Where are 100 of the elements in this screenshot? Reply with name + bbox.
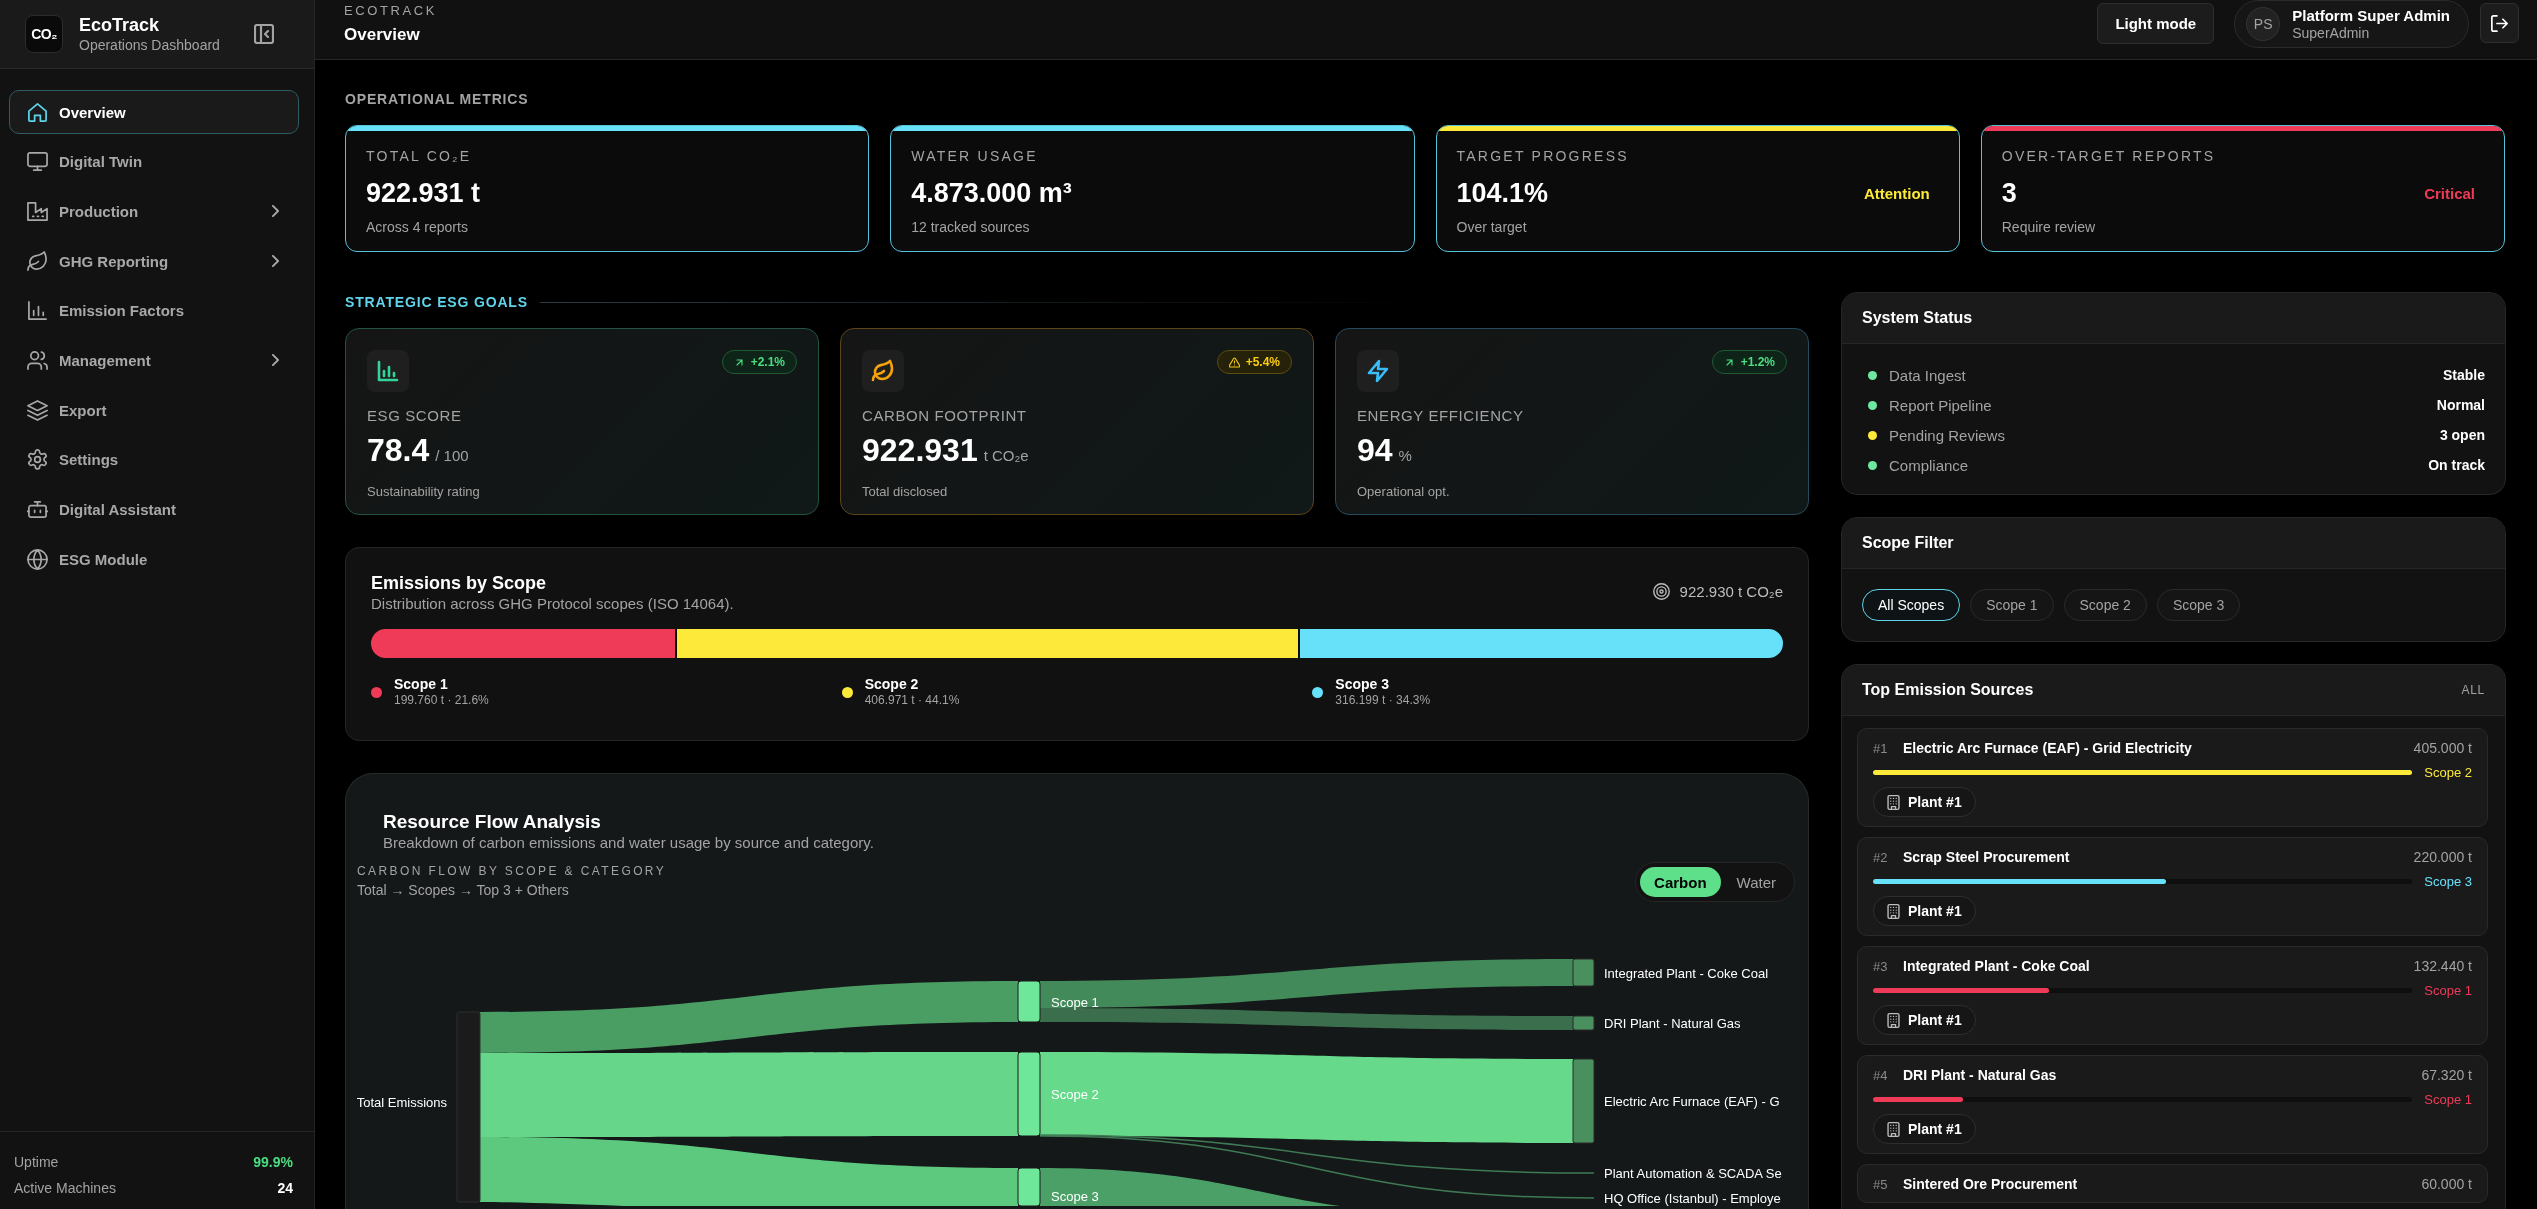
building-icon (1887, 903, 1900, 919)
nav-item[interactable]: Settings (9, 437, 299, 482)
bar-chart-icon (367, 350, 409, 392)
total-emissions: 922.930 t CO₂e (1679, 583, 1783, 600)
robot-icon (27, 499, 48, 520)
building-icon (1887, 1012, 1900, 1028)
source-card[interactable]: #4 DRI Plant - Natural Gas 67.320 t Scope 1 Plant #1 (1857, 1055, 2488, 1154)
rank-label: #3 (1873, 958, 1889, 974)
monitor-icon (27, 151, 48, 173)
nav-item[interactable]: GHG Reporting (9, 239, 299, 284)
user-name: Platform Super Admin (2292, 6, 2450, 25)
source-amount: 132.440 t (2413, 958, 2472, 974)
home-icon (27, 101, 48, 123)
plant-label: Plant #1 (1908, 903, 1962, 919)
status-value: 3 open (2439, 427, 2485, 443)
goal-note: Total disclosed (862, 484, 949, 500)
source-card[interactable]: #5 Sintered Ore Procurement 60.000 t (1857, 1164, 2488, 1203)
nav-item[interactable]: Emission Factors (9, 288, 299, 333)
metric-note: Require review (2001, 218, 2097, 236)
sankey-label: HQ Office (Istanbul) - Employe (1604, 1191, 1781, 1206)
source-card[interactable]: #3 Integrated Plant - Coke Coal 132.440 t Scope 1 Plant #1 (1857, 946, 2488, 1045)
filter-chip[interactable]: Scope 3 (2156, 589, 2241, 621)
sankey-label: Total Emissions (356, 1095, 447, 1110)
metric-label: TOTAL CO₂E (366, 148, 473, 164)
breadcrumb-label: ECOTRACK (344, 3, 438, 19)
nav-item[interactable]: Digital Twin (9, 139, 299, 184)
page-title: Overview (344, 24, 421, 46)
card-title: Resource Flow Analysis (383, 811, 602, 833)
sankey-label: DRI Plant - Natural Gas (1604, 1016, 1741, 1031)
rank-label: #2 (1873, 849, 1889, 865)
metric-label: OVER-TARGET REPORTS (2001, 148, 2217, 164)
section-heading: STRATEGIC ESG GOALS (345, 294, 528, 310)
sankey-label: Scope 1 (1051, 995, 1099, 1010)
source-name: DRI Plant - Natural Gas (1903, 1067, 2057, 1083)
card-subtitle: Distribution across GHG Protocol scopes (ISO 14064). (371, 594, 734, 614)
view-all-link[interactable]: ALL (2461, 683, 2485, 697)
sankey-node (1017, 980, 1041, 1023)
metric-label: TARGET PROGRESS (1456, 148, 1630, 164)
stat-value: 24 (277, 1180, 293, 1196)
app-logo: CO₂ (25, 15, 63, 53)
status-value: Stable (2443, 367, 2485, 383)
chart-title: CARBON FLOW BY SCOPE & CATEGORY (357, 863, 667, 880)
status-name: Data Ingest (1889, 366, 1966, 384)
card-subtitle: Breakdown of carbon emissions and water usage by source and category. (383, 833, 875, 853)
nav-item[interactable]: Management (9, 338, 299, 383)
user-menu[interactable]: PS Platform Super Admin SuperAdmin (2234, 0, 2469, 48)
globe-icon (27, 548, 48, 570)
logout-button[interactable] (2480, 3, 2519, 43)
mode-tab[interactable]: Water (1722, 867, 1790, 897)
trend-value: +1.2% (1740, 355, 1775, 369)
panel-title: Top Emission Sources (1862, 681, 2034, 699)
goal-value: 78.4 (367, 434, 430, 466)
source-card[interactable]: #2 Scrap Steel Procurement 220.000 t Scope 3 Plant #1 (1857, 837, 2488, 936)
theme-toggle-button[interactable]: Light mode (2097, 3, 2215, 44)
scope-label: Scope 1 (2424, 982, 2472, 998)
goal-label: ESG SCORE (367, 408, 463, 424)
status-value: Normal (2436, 397, 2485, 413)
filter-chip[interactable]: All Scopes (1862, 589, 1961, 621)
sankey-label: Electric Arc Furnace (EAF) - G (1604, 1094, 1780, 1109)
panel-title: System Status (1862, 309, 1973, 327)
nav-item[interactable]: Overview (9, 90, 299, 134)
nav-item[interactable]: ESG Module (9, 537, 299, 582)
sankey-label: Scope 3 (1051, 1189, 1099, 1204)
user-role: SuperAdmin (2292, 24, 2371, 42)
user-avatar: PS (2246, 7, 2281, 41)
legend-value: 199.760 t · 21.6% (394, 692, 489, 708)
chart-caption: Total → Scopes → Top 3 + Others (357, 881, 570, 900)
nav-item[interactable]: Digital Assistant (9, 487, 299, 532)
scope-label: Scope 1 (2424, 1091, 2472, 1107)
status-name: Pending Reviews (1889, 426, 2005, 444)
metric-label: WATER USAGE (911, 148, 1039, 164)
sankey-label: Integrated Plant - Coke Coal (1604, 966, 1769, 981)
panel-title: Scope Filter (1862, 534, 1954, 552)
plant-label: Plant #1 (1908, 1012, 1962, 1028)
source-card[interactable]: #1 Electric Arc Furnace (EAF) - Grid Electricity 405.000 t Scope 2 Plant #1 (1857, 728, 2488, 827)
sankey-node (1017, 1167, 1041, 1206)
stat-label: Active Machines (14, 1180, 116, 1196)
nav-item[interactable]: Production (9, 189, 299, 234)
status-label: Critical (2424, 184, 2475, 202)
trend-value: +5.4% (1245, 355, 1280, 369)
mode-tab[interactable]: Carbon (1640, 867, 1721, 897)
filter-chip[interactable]: Scope 1 (1970, 589, 2054, 621)
lightning-icon (1357, 350, 1399, 392)
app-subtitle: Operations Dashboard (79, 36, 220, 54)
nav-item[interactable]: Export (9, 388, 299, 433)
source-amount: 67.320 t (2421, 1067, 2472, 1083)
rank-label: #1 (1873, 740, 1889, 756)
users-icon (27, 349, 48, 371)
warning-icon (1228, 356, 1240, 368)
section-heading: OPERATIONAL METRICS (345, 91, 530, 107)
logout-icon (2491, 14, 2508, 32)
factory-icon (27, 200, 48, 222)
collapse-sidebar-icon[interactable] (254, 24, 274, 44)
bar-chart-icon (27, 300, 48, 322)
stat-label: Uptime (14, 1154, 59, 1170)
metric-value: 4.873.000 m³ (911, 177, 1072, 209)
filter-chip[interactable]: Scope 2 (2063, 589, 2147, 621)
goal-value: 922.931 (862, 434, 978, 466)
metric-note: Over target (1456, 218, 1528, 236)
legend-label: Scope 2 (864, 676, 920, 692)
